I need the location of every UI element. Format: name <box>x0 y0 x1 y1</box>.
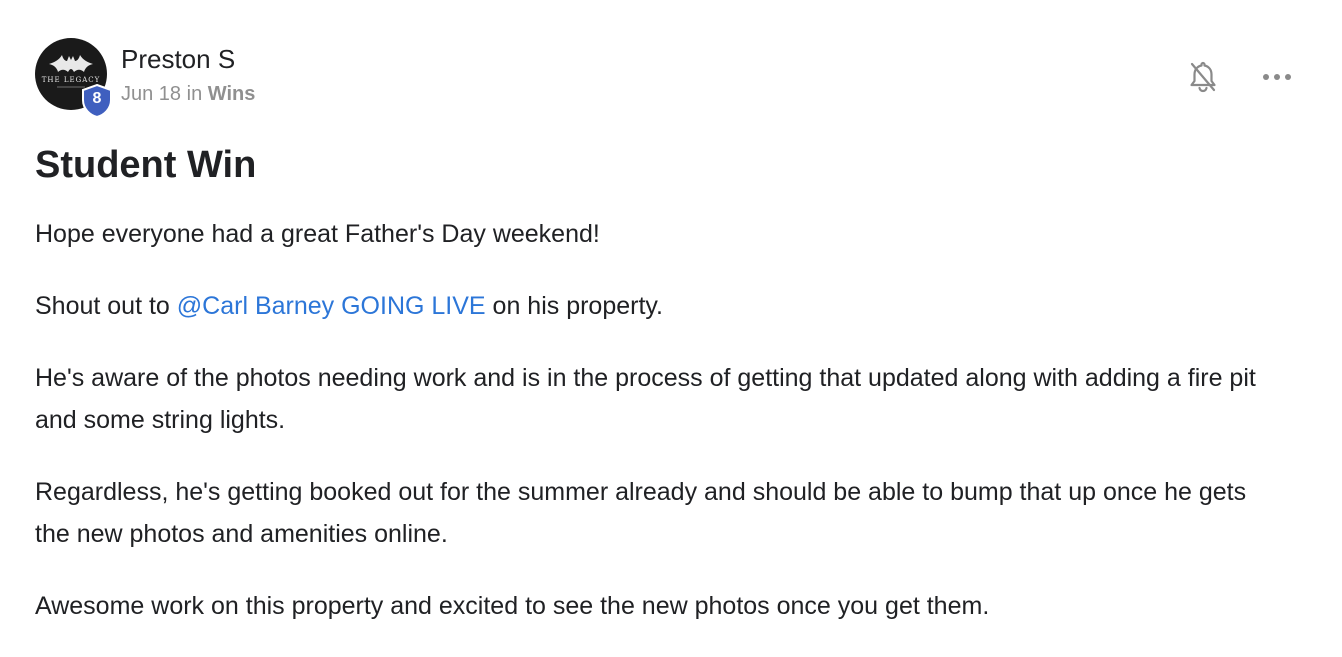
post-title: Student Win <box>35 144 257 186</box>
bell-off-icon <box>1190 61 1216 93</box>
in-label: in <box>186 83 203 105</box>
post-body: Hope everyone had a great Father's Day w… <box>35 213 1275 657</box>
more-options-button[interactable] <box>1260 60 1294 94</box>
post-header: THE LEGACY 8 Preston S Jun 18 in Wins <box>35 38 255 118</box>
post-subline: Jun 18 in Wins <box>121 82 255 106</box>
post-card: THE LEGACY 8 Preston S Jun 18 in Wins St… <box>0 0 1342 654</box>
paragraph-2-before: Shout out to <box>35 292 177 320</box>
level-badge: 8 <box>81 84 113 118</box>
post-date[interactable]: Jun 18 <box>121 83 181 105</box>
paragraph-2: Shout out to @Carl Barney GOING LIVE on … <box>35 285 1275 327</box>
paragraph-4: Regardless, he's getting booked out for … <box>35 478 1247 548</box>
paragraph-3: He's aware of the photos needing work an… <box>35 364 1256 434</box>
paragraph-1: Hope everyone had a great Father's Day w… <box>35 220 600 248</box>
paragraph-5: Awesome work on this property and excite… <box>35 592 990 620</box>
level-number: 8 <box>92 90 102 107</box>
post-meta: Preston S Jun 18 in Wins <box>121 44 255 106</box>
post-actions <box>1186 60 1294 94</box>
author-avatar-wrap[interactable]: THE LEGACY 8 <box>35 38 112 118</box>
notification-toggle-button[interactable] <box>1186 60 1220 94</box>
svg-text:THE LEGACY: THE LEGACY <box>42 76 101 84</box>
author-name[interactable]: Preston S <box>121 44 255 74</box>
paragraph-2-after: on his property. <box>485 292 663 320</box>
category-link[interactable]: Wins <box>208 83 256 105</box>
user-mention-link[interactable]: @Carl Barney GOING LIVE <box>177 292 486 320</box>
more-horizontal-icon <box>1263 74 1291 80</box>
